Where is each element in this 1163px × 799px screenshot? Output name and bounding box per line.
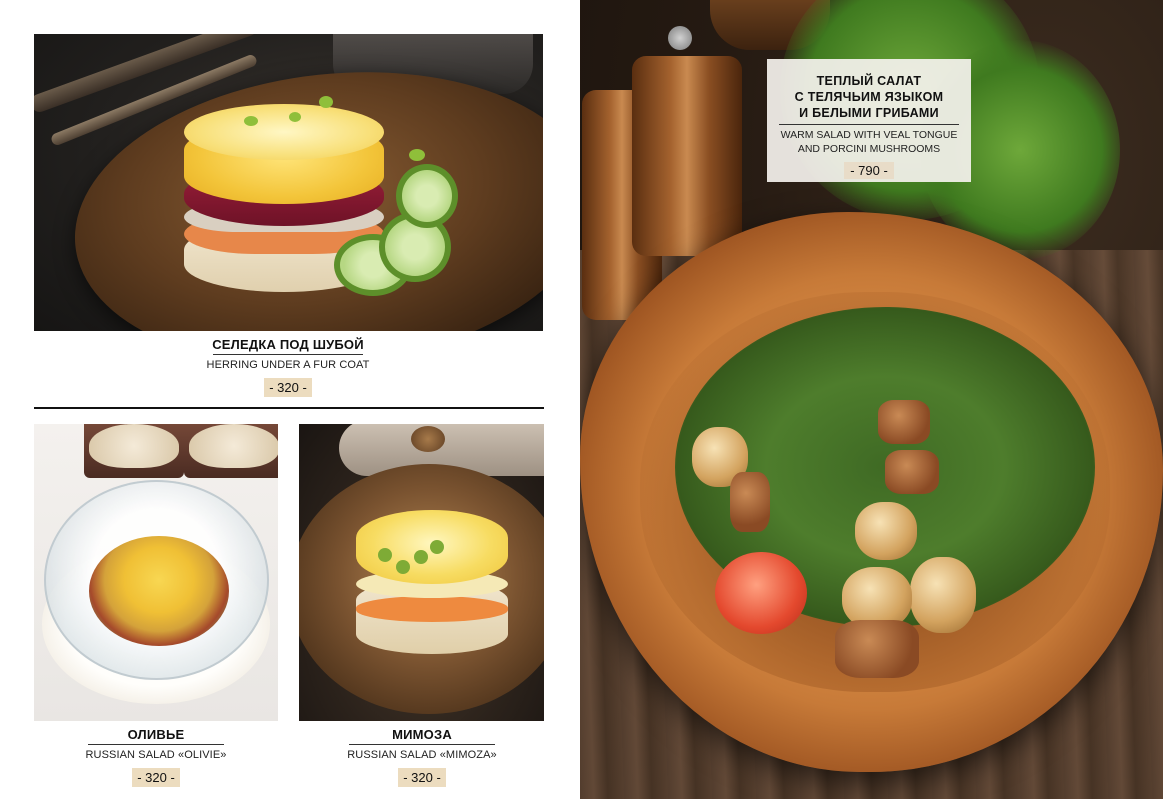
microgreen bbox=[244, 116, 258, 126]
mimoza-salad bbox=[356, 510, 508, 660]
dish-name-en: RUSSIAN SALAD «MIMOZA» bbox=[347, 749, 497, 761]
caption-divider bbox=[349, 744, 495, 745]
dish-name-ru: СЕЛЕДКА ПОД ШУБОЙ bbox=[212, 337, 364, 352]
microgreen bbox=[319, 96, 333, 108]
olivie-caption: ОЛИВЬЕ RUSSIAN SALAD «OLIVIE» - 320 - bbox=[84, 727, 228, 787]
olivie-photo bbox=[34, 424, 278, 721]
dish-name-en: RUSSIAN SALAD «OLIVIE» bbox=[85, 749, 227, 761]
mushroom bbox=[910, 557, 976, 633]
herring-photo bbox=[34, 34, 543, 331]
cucumber-slice bbox=[396, 164, 458, 228]
dish-price: - 320 - bbox=[132, 768, 180, 787]
olivie-salad bbox=[89, 536, 229, 646]
warm-salad-caption: ТЕПЛЫЙ САЛАТ С ТЕЛЯЧЬИМ ЯЗЫКОМ И БЕЛЫМИ … bbox=[767, 59, 971, 182]
mushroom bbox=[855, 502, 917, 560]
jar-cloth bbox=[189, 424, 278, 468]
caption-divider bbox=[213, 354, 363, 355]
dish-name-ru-line2: С ТЕЛЯЧЬИМ ЯЗЫКОМ bbox=[794, 90, 944, 104]
grinder-cap bbox=[668, 26, 692, 50]
herring-caption: СЕЛЕДКА ПОД ШУБОЙ HERRING UNDER A FUR CO… bbox=[200, 337, 376, 397]
dish-price: - 790 - bbox=[844, 162, 894, 179]
microgreen bbox=[409, 149, 425, 161]
dish-name-ru: МИМОЗА bbox=[392, 727, 452, 742]
mimoza-photo bbox=[299, 424, 544, 721]
microgreen bbox=[289, 112, 301, 122]
salt-grinder bbox=[632, 56, 742, 256]
caption-divider bbox=[779, 124, 959, 125]
dish-name-ru-line3: И БЕЛЫМИ ГРИБАМИ bbox=[799, 106, 939, 120]
dish-name-ru: ОЛИВЬЕ bbox=[127, 727, 185, 742]
section-divider bbox=[34, 407, 544, 409]
dish-price: - 320 - bbox=[398, 768, 446, 787]
dish-name-ru-line1: ТЕПЛЫЙ САЛАТ bbox=[816, 74, 922, 88]
dish-name-en-line1: WARM SALAD WITH VEAL TONGUE bbox=[780, 129, 958, 141]
tomato-slice bbox=[715, 552, 807, 634]
veal-tongue bbox=[878, 400, 930, 444]
mimoza-caption: МИМОЗА RUSSIAN SALAD «MIMOZA» - 320 - bbox=[344, 727, 500, 787]
veal-tongue bbox=[730, 472, 770, 532]
veal-tongue bbox=[885, 450, 939, 494]
veal-tongue bbox=[835, 620, 919, 678]
nut-decoration bbox=[411, 426, 445, 452]
dish-price: - 320 - bbox=[264, 378, 312, 397]
jar-cloth bbox=[89, 424, 179, 468]
caption-divider bbox=[88, 744, 224, 745]
dish-name-en-line2: AND PORCINI MUSHROOMS bbox=[797, 143, 941, 155]
dish-name-en: HERRING UNDER A FUR COAT bbox=[206, 359, 370, 371]
